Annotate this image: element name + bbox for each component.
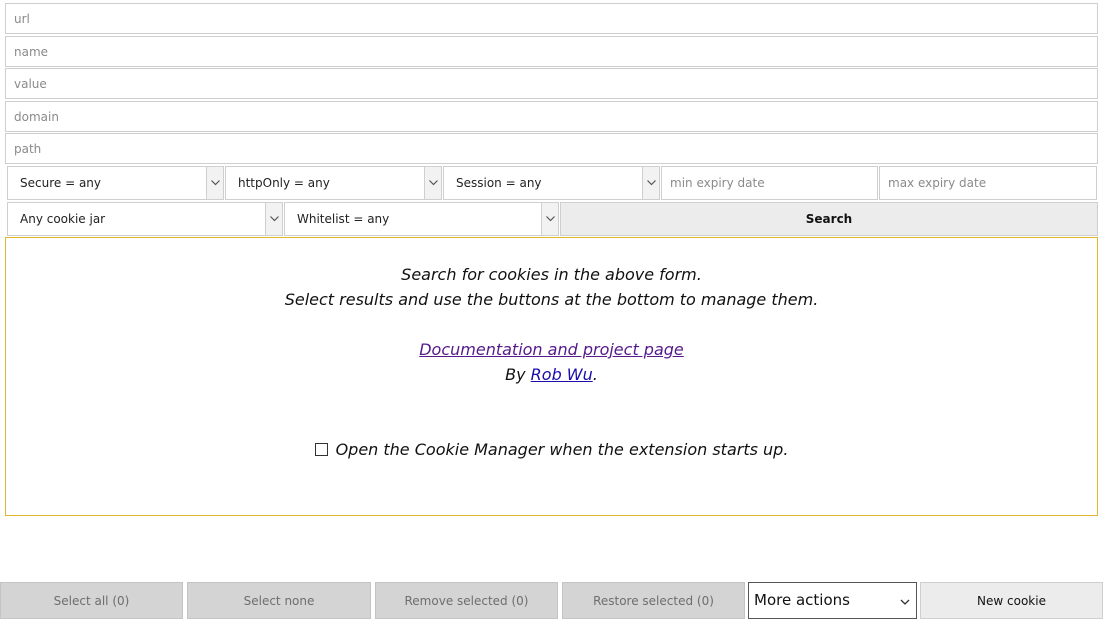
domain-input[interactable] xyxy=(6,102,1097,131)
new-cookie-button[interactable]: New cookie xyxy=(920,582,1103,619)
path-field[interactable] xyxy=(5,133,1098,164)
author-prefix: By xyxy=(505,365,531,384)
search-button[interactable]: Search xyxy=(560,202,1098,236)
chevron-down-icon xyxy=(424,167,441,199)
chevron-down-icon xyxy=(900,595,910,610)
author-line: By Rob Wu. xyxy=(6,365,1097,384)
session-select-value: Session = any xyxy=(456,176,542,190)
domain-field[interactable] xyxy=(5,101,1098,132)
more-actions-select[interactable]: More actions xyxy=(748,582,917,619)
url-input[interactable] xyxy=(6,4,1097,33)
secure-select[interactable]: Secure = any xyxy=(7,166,224,200)
value-input[interactable] xyxy=(6,69,1097,98)
chevron-down-icon xyxy=(206,167,223,199)
url-field[interactable] xyxy=(5,3,1098,34)
min-expiry-input[interactable] xyxy=(662,167,877,199)
cookie-jar-select-value: Any cookie jar xyxy=(20,212,106,226)
httponly-select[interactable]: httpOnly = any xyxy=(225,166,442,200)
max-expiry-field[interactable] xyxy=(879,166,1097,200)
startup-option[interactable]: Open the Cookie Manager when the extensi… xyxy=(6,440,1097,459)
chevron-down-icon xyxy=(541,203,558,235)
chevron-down-icon xyxy=(265,203,282,235)
session-select[interactable]: Session = any xyxy=(443,166,660,200)
info-line-1: Search for cookies in the above form. xyxy=(401,265,702,284)
remove-selected-button[interactable]: Remove selected (0) xyxy=(375,582,558,619)
info-panel: Search for cookies in the above form. Se… xyxy=(5,237,1098,516)
documentation-link[interactable]: Documentation and project page xyxy=(419,340,684,359)
select-none-button[interactable]: Select none xyxy=(187,582,371,619)
path-input[interactable] xyxy=(6,134,1097,163)
info-line-2: Select results and use the buttons at th… xyxy=(284,290,819,309)
value-field[interactable] xyxy=(5,68,1098,99)
chevron-down-icon xyxy=(642,167,659,199)
author-suffix: . xyxy=(592,365,598,384)
select-all-button[interactable]: Select all (0) xyxy=(0,582,183,619)
whitelist-select[interactable]: Whitelist = any xyxy=(284,202,559,236)
name-input[interactable] xyxy=(6,37,1097,66)
name-field[interactable] xyxy=(5,36,1098,67)
startup-option-label: Open the Cookie Manager when the extensi… xyxy=(335,440,789,459)
httponly-select-value: httpOnly = any xyxy=(238,176,330,190)
author-link[interactable]: Rob Wu xyxy=(531,365,593,384)
more-actions-value: More actions xyxy=(754,591,850,609)
restore-selected-button[interactable]: Restore selected (0) xyxy=(562,582,745,619)
doc-line: Documentation and project page xyxy=(6,340,1097,359)
startup-checkbox[interactable] xyxy=(314,443,328,456)
secure-select-value: Secure = any xyxy=(20,176,101,190)
cookie-jar-select[interactable]: Any cookie jar xyxy=(7,202,283,236)
whitelist-select-value: Whitelist = any xyxy=(297,212,390,226)
min-expiry-field[interactable] xyxy=(661,166,878,200)
max-expiry-input[interactable] xyxy=(880,167,1096,199)
